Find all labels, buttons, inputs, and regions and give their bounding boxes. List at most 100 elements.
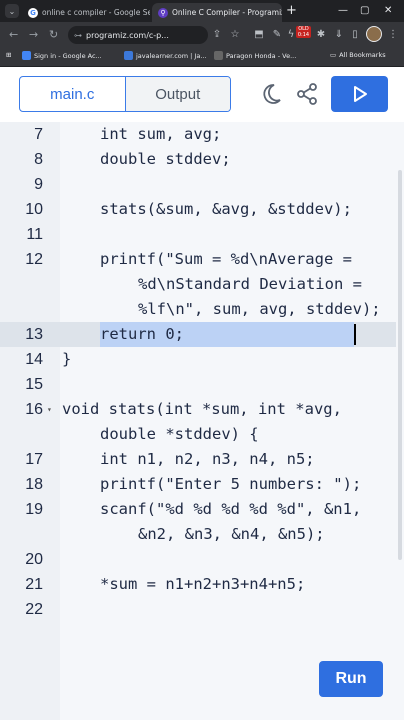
code-line[interactable]: 7 int sum, avg;: [0, 122, 404, 147]
address-bar[interactable]: ⊶ programiz.com/c-p...: [68, 26, 208, 44]
new-tab-icon[interactable]: +: [286, 4, 297, 18]
code-line[interactable]: 22: [0, 597, 404, 622]
code-text: void stats(int *sum, int *avg,: [62, 400, 342, 418]
browser-tab-google[interactable]: G online c compiler - Google Sea ✕: [22, 3, 150, 22]
code-line[interactable]: 21 *sum = n1+n2+n3+n4+n5;: [0, 572, 404, 597]
code-line[interactable]: &n2, &n3, &n4, &n5);: [0, 522, 404, 547]
browser-toolbar: ← → ↻ ⊶ programiz.com/c-p... ⇪ ☆ ⬒ ✎ ϟ O…: [0, 22, 404, 48]
code-text: int n1, n2, n3, n4, n5;: [100, 450, 315, 468]
bookmark-star-icon[interactable]: ☆: [228, 27, 242, 41]
line-number: 7: [34, 126, 43, 143]
tab-search-chevron-icon[interactable]: ⌄: [5, 4, 19, 18]
bookmark-google[interactable]: Sign in - Google Ac...: [22, 51, 102, 60]
line-number: 9: [34, 176, 43, 193]
apps-grid-icon[interactable]: ⊞: [6, 51, 11, 59]
share-page-icon[interactable]: ⇪: [210, 27, 224, 41]
line-number: 22: [25, 601, 43, 618]
code-line[interactable]: 15: [0, 372, 404, 397]
puzzle-icon[interactable]: ✱: [314, 27, 328, 41]
code-line[interactable]: 20: [0, 547, 404, 572]
bookmark-javalearner[interactable]: javalearner.com | Ja...: [124, 51, 207, 60]
code-text: printf("Enter 5 numbers: ");: [100, 475, 362, 493]
code-line[interactable]: double *stddev) {: [0, 422, 404, 447]
pen-icon[interactable]: ✎: [270, 27, 284, 41]
browser-tab-programiz[interactable]: ⚲ Online C Compiler - Programiz ✕: [152, 3, 282, 22]
text-caret: [354, 324, 356, 345]
profile-avatar[interactable]: [366, 26, 382, 42]
code-line[interactable]: %d\nStandard Deviation =: [0, 272, 404, 297]
back-icon[interactable]: ←: [9, 27, 18, 43]
bookmarks-bar: ⊞ Sign in - Google Ac... javalearner.com…: [0, 48, 404, 67]
browser-tab-bar: ⌄ G online c compiler - Google Sea ✕ ⚲ O…: [0, 0, 404, 22]
line-number: 16: [25, 401, 43, 418]
line-number: 8: [34, 151, 43, 168]
editor-scrollbar[interactable]: [398, 170, 402, 560]
code-editor[interactable]: 7 int sum, avg; 8 double stddev; 9 10 stats(&s…: [0, 122, 404, 720]
code-text: %d\nStandard Deviation =: [138, 275, 362, 293]
code-line[interactable]: 19 scanf("%d %d %d %d %d", &n1,: [0, 497, 404, 522]
extension-icon[interactable]: ⬒: [252, 27, 266, 41]
bookmark-label: Sign in - Google Ac...: [34, 51, 102, 60]
bookmark-all[interactable]: ▭ All Bookmarks: [330, 51, 386, 59]
programiz-icon: ⚲: [158, 7, 168, 18]
code-line[interactable]: 12 printf("Sum = %d\nAverage =: [0, 247, 404, 272]
code-text: scanf("%d %d %d %d %d", &n1,: [100, 500, 362, 518]
download-icon[interactable]: ⇓: [332, 27, 346, 41]
browser-tab-title: online c compiler - Google Sea: [42, 8, 150, 17]
minimize-icon[interactable]: —: [338, 4, 348, 18]
code-line[interactable]: 10 stats(&sum, &avg, &stddev);: [0, 197, 404, 222]
javalearner-icon: [124, 51, 133, 60]
tab-main-c[interactable]: main.c: [20, 77, 126, 111]
bookmark-label: javalearner.com | Ja...: [136, 51, 207, 60]
code-line[interactable]: 16 ▾ void stats(int *sum, int *avg,: [0, 397, 404, 422]
play-icon: [353, 86, 367, 102]
run-button[interactable]: Run: [319, 661, 383, 697]
maximize-icon[interactable]: ▢: [360, 4, 369, 18]
dark-mode-moon-icon[interactable]: [259, 82, 283, 106]
app-header: main.c Output: [0, 67, 404, 122]
google-icon: G: [28, 7, 38, 18]
line-number: 13: [25, 326, 43, 343]
code-text: double *stddev) {: [100, 425, 259, 443]
line-number: 17: [25, 451, 43, 468]
close-window-icon[interactable]: ✕: [384, 4, 392, 18]
menu-icon[interactable]: ⋮: [386, 27, 400, 41]
extension-badge[interactable]: OLD 0:14: [296, 26, 311, 38]
code-line[interactable]: 11: [0, 222, 404, 247]
forward-icon[interactable]: →: [29, 27, 38, 43]
code-line[interactable]: %lf\n", sum, avg, stddev);: [0, 297, 404, 322]
code-line[interactable]: 13 return 0;: [0, 322, 404, 347]
code-line[interactable]: 14}: [0, 347, 404, 372]
bookmark-paragon[interactable]: Paragon Honda - Ve...: [214, 51, 296, 60]
share-icon[interactable]: [295, 82, 319, 106]
site-info-icon[interactable]: ⊶: [74, 31, 82, 40]
code-line[interactable]: 9: [0, 172, 404, 197]
line-number: 20: [25, 551, 43, 568]
line-number: 18: [25, 476, 43, 493]
reload-icon[interactable]: ↻: [49, 27, 58, 43]
sidebar-icon[interactable]: ▯: [348, 27, 362, 41]
code-text: *sum = n1+n2+n3+n4+n5;: [100, 575, 306, 593]
run-code-button[interactable]: [331, 76, 388, 112]
code-line[interactable]: 8 double stddev;: [0, 147, 404, 172]
fold-arrow-icon[interactable]: ▾: [47, 397, 52, 422]
code-text: &n2, &n3, &n4, &n5);: [138, 525, 325, 543]
google-icon: [22, 51, 31, 60]
line-number: 12: [25, 251, 43, 268]
code-text: %lf\n", sum, avg, stddev);: [138, 300, 381, 318]
code-line[interactable]: 17 int n1, n2, n3, n4, n5;: [0, 447, 404, 472]
paragon-icon: [214, 51, 223, 60]
code-text: int sum, avg;: [100, 125, 222, 143]
tab-output[interactable]: Output: [125, 77, 230, 111]
code-line[interactable]: 18 printf("Enter 5 numbers: ");: [0, 472, 404, 497]
line-number: 19: [25, 501, 43, 518]
browser-tab-title: Online C Compiler - Programiz: [172, 8, 282, 17]
line-number: 11: [26, 226, 43, 243]
folder-icon: ▭: [330, 51, 337, 59]
line-number: 14: [25, 351, 43, 368]
line-number: 10: [25, 201, 43, 218]
code-text: return 0;: [100, 325, 184, 343]
code-text: printf("Sum = %d\nAverage =: [100, 250, 352, 268]
url-text: programiz.com/c-p...: [86, 30, 169, 40]
bookmark-label: All Bookmarks: [339, 51, 386, 59]
